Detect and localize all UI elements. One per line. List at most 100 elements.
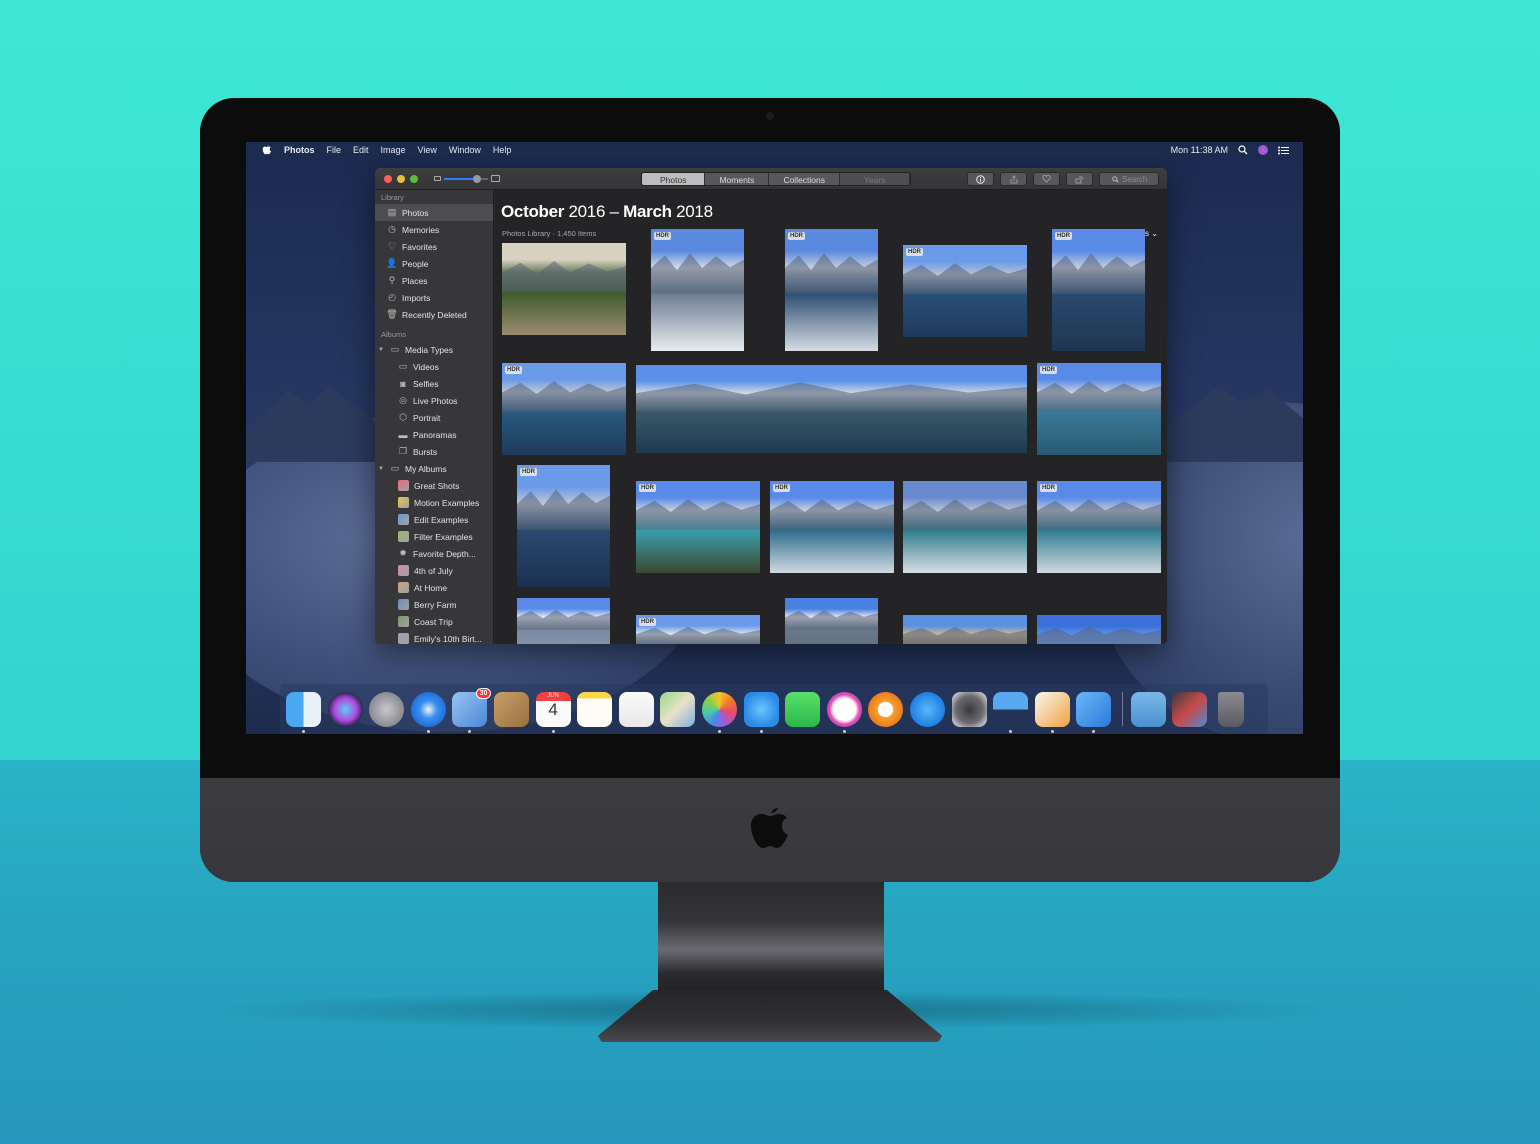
sidebar-item-memories[interactable]: ◷ Memories bbox=[375, 221, 493, 238]
photo-thumbnail-blue-sky[interactable] bbox=[1037, 615, 1161, 644]
sidebar-item-places[interactable]: ⚲ Places bbox=[375, 272, 493, 289]
notification-center-icon[interactable] bbox=[1278, 146, 1289, 155]
sidebar-item-motion-examples[interactable]: Motion Examples bbox=[375, 494, 493, 511]
photo-thumbnail-person-on-rock-lake-2[interactable]: HDR bbox=[1037, 481, 1161, 573]
menubar-clock[interactable]: Mon 11:38 AM bbox=[1171, 145, 1228, 155]
dock-app-xcode[interactable] bbox=[1076, 691, 1112, 733]
dock-app-app-store[interactable] bbox=[909, 691, 945, 727]
dock-app-mail[interactable]: 30 bbox=[452, 687, 492, 733]
sidebar-item-recently-deleted[interactable]: 🗑 Recently Deleted bbox=[375, 306, 493, 323]
dock-app-pages[interactable] bbox=[1034, 691, 1070, 733]
photo-thumbnail-lake-portrait-trees[interactable]: HDR bbox=[517, 465, 610, 587]
sidebar-item-filter-examples[interactable]: Filter Examples bbox=[375, 528, 493, 545]
rotate-button[interactable] bbox=[1066, 172, 1093, 186]
menu-window[interactable]: Window bbox=[449, 145, 481, 155]
photo-thumbnail-person-red-jacket-lake[interactable]: HDR bbox=[770, 481, 894, 573]
photo-thumbnail-lake-panorama[interactable] bbox=[636, 365, 1027, 453]
sidebar-item-4th-of-july[interactable]: 4th of July bbox=[375, 562, 493, 579]
dock-trash-icon[interactable] bbox=[1218, 691, 1245, 727]
info-button[interactable] bbox=[967, 172, 994, 186]
photo-thumbnail-rocky-peaks[interactable] bbox=[903, 615, 1027, 644]
dock-screenshot-stack[interactable] bbox=[1172, 691, 1208, 727]
dock-app-reminders[interactable] bbox=[618, 691, 654, 727]
photo-thumbnail-hammock-over-lake[interactable]: HDR bbox=[636, 481, 760, 573]
photo-thumbnail-bighorn-sheep-valley[interactable] bbox=[502, 243, 626, 335]
sidebar-item-selfies[interactable]: ◙ Selfies bbox=[375, 375, 493, 392]
sidebar-item-panoramas[interactable]: ▬ Panoramas bbox=[375, 426, 493, 443]
tab-years[interactable]: Years bbox=[840, 173, 911, 185]
sidebar-item-edit-examples[interactable]: Edit Examples bbox=[375, 511, 493, 528]
photo-thumbnail-lake-snowy-logs[interactable]: HDR bbox=[651, 229, 744, 351]
menu-app-name[interactable]: Photos bbox=[284, 145, 315, 155]
photo-thumbnail-lake-reflection-snow[interactable]: HDR bbox=[785, 229, 878, 351]
dock-app-ibooks[interactable] bbox=[868, 691, 904, 727]
dock-app-calendar[interactable]: JUN 4 bbox=[535, 691, 571, 733]
tab-collections[interactable]: Collections bbox=[769, 173, 841, 185]
zoom-slider-knob[interactable] bbox=[473, 174, 481, 183]
dock-app-contacts[interactable] bbox=[493, 691, 529, 727]
dock-app-safari[interactable] bbox=[410, 691, 446, 733]
sidebar-item-label: At Home bbox=[414, 582, 448, 593]
menu-file[interactable]: File bbox=[327, 145, 342, 155]
apple-menu-icon[interactable] bbox=[260, 144, 274, 156]
sidebar-item-my-albums[interactable]: ▼ ▭ My Albums bbox=[375, 460, 493, 477]
album-thumbnail-icon bbox=[398, 599, 409, 610]
menu-view[interactable]: View bbox=[418, 145, 437, 155]
siri-icon[interactable] bbox=[1258, 145, 1268, 155]
sidebar-item-portrait[interactable]: ⬡ Portrait bbox=[375, 409, 493, 426]
dock-app-launchpad[interactable] bbox=[369, 691, 405, 727]
sidebar-item-media-types[interactable]: ▼ ▭ Media Types bbox=[375, 341, 493, 358]
photo-thumbnail-lake-peaks[interactable]: HDR bbox=[1037, 363, 1161, 455]
dock-downloads-stack[interactable] bbox=[1130, 691, 1166, 727]
sidebar-item-videos[interactable]: ▭ Videos bbox=[375, 358, 493, 375]
search-input[interactable]: Search bbox=[1099, 172, 1159, 186]
fullscreen-button[interactable] bbox=[410, 174, 418, 183]
photo-thumbnail-lake-reflection-portrait[interactable]: HDR bbox=[1052, 229, 1145, 351]
menu-help[interactable]: Help bbox=[493, 145, 512, 155]
photo-thumbnail-peaks-clouds[interactable] bbox=[517, 598, 610, 644]
photo-thumbnail-person-on-rock-lake[interactable] bbox=[903, 481, 1027, 573]
dock-app-maps[interactable] bbox=[660, 691, 696, 727]
imac-stand-neck bbox=[658, 880, 884, 1000]
tab-photos[interactable]: Photos bbox=[642, 173, 706, 185]
sidebar-item-berry-farm[interactable]: Berry Farm bbox=[375, 596, 493, 613]
dock-app-facetime[interactable] bbox=[785, 691, 821, 727]
sidebar-item-live-photos[interactable]: ◎ Live Photos bbox=[375, 392, 493, 409]
thumbnail-zoom-slider[interactable] bbox=[434, 174, 500, 183]
sidebar-item-photos[interactable]: ▤ Photos bbox=[375, 204, 493, 221]
sidebar-item-emily-s-10th-birt[interactable]: Emily's 10th Birt... bbox=[375, 630, 493, 644]
running-indicator bbox=[468, 729, 472, 733]
menu-edit[interactable]: Edit bbox=[353, 145, 369, 155]
sidebar-item-favorite-depth[interactable]: ✹ Favorite Depth... bbox=[375, 545, 493, 562]
minimize-button[interactable] bbox=[397, 174, 405, 183]
sidebar-item-favorites[interactable]: ♡ Favorites bbox=[375, 238, 493, 255]
close-button[interactable] bbox=[384, 174, 392, 183]
dock-app-finder[interactable] bbox=[286, 691, 321, 733]
zoom-in-icon bbox=[491, 175, 500, 182]
share-button[interactable] bbox=[1000, 172, 1027, 186]
dock-app-keynote[interactable] bbox=[993, 691, 1029, 733]
disclosure-triangle-icon[interactable]: ▼ bbox=[378, 347, 385, 353]
tab-moments[interactable]: Moments bbox=[705, 173, 770, 185]
disclosure-triangle-icon[interactable]: ▼ bbox=[378, 466, 385, 472]
sidebar-item-imports[interactable]: ◴ Imports bbox=[375, 289, 493, 306]
sidebar-item-bursts[interactable]: ❐ Bursts bbox=[375, 443, 493, 460]
dock-app-photos[interactable] bbox=[701, 691, 737, 733]
sidebar-item-coast-trip[interactable]: Coast Trip bbox=[375, 613, 493, 630]
favorite-button[interactable] bbox=[1033, 172, 1060, 186]
dock-app-messages[interactable] bbox=[743, 691, 779, 733]
sidebar-item-great-shots[interactable]: Great Shots bbox=[375, 477, 493, 494]
dock-app-notes[interactable] bbox=[577, 691, 613, 727]
spotlight-search-icon[interactable] bbox=[1238, 145, 1248, 155]
sidebar-item-at-home[interactable]: At Home bbox=[375, 579, 493, 596]
photo-thumbnail-clouds-rock[interactable]: HDR bbox=[636, 615, 760, 644]
zoom-slider-track[interactable] bbox=[444, 174, 488, 183]
dock-app-siri[interactable] bbox=[327, 691, 363, 727]
dock-app-system-preferences[interactable] bbox=[951, 691, 987, 727]
sidebar-item-people[interactable]: 👤 People bbox=[375, 255, 493, 272]
menu-image[interactable]: Image bbox=[381, 145, 406, 155]
dock-app-itunes[interactable] bbox=[826, 691, 862, 733]
photo-thumbnail-lake-reflection-wide[interactable]: HDR bbox=[903, 245, 1027, 337]
photo-thumbnail-cliff-clouds[interactable] bbox=[785, 598, 878, 644]
photo-thumbnail-lake-reflection[interactable]: HDR bbox=[502, 363, 626, 455]
